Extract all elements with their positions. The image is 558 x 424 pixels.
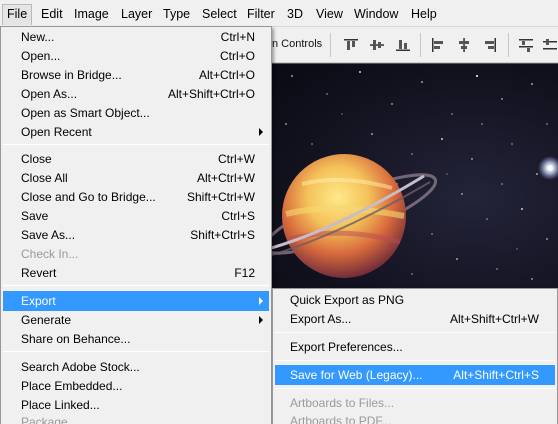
menu-layer[interactable]: Layer [120,5,153,23]
menu-item-close-and-go-to-bridge[interactable]: Close and Go to Bridge... Shift+Ctrl+W [3,187,269,207]
menu-separator [3,351,269,352]
menu-filter[interactable]: Filter [246,5,276,23]
menu-select[interactable]: Select [201,5,238,23]
menu-item-quick-export-as-png[interactable]: Quick Export as PNG [275,290,555,310]
menu-item-package: Package... [21,415,78,424]
menu-help[interactable]: Help [410,5,438,23]
menu-item-export-as[interactable]: Export As... Alt+Shift+Ctrl+W [275,309,555,329]
menu-type[interactable]: Type [162,5,191,23]
menu-item-share-on-behance[interactable]: Share on Behance... [3,329,269,349]
divider [420,33,421,57]
menu-item-export[interactable]: Export [3,291,269,311]
align-horizontal-centers-icon[interactable] [456,37,472,53]
menu-separator [3,285,269,286]
menu-separator [275,332,555,333]
space-artwork [272,71,558,280]
menu-view[interactable]: View [315,5,344,23]
menu-item-close-all[interactable]: Close All Alt+Ctrl+W [3,168,269,188]
menu-edit[interactable]: Edit [40,5,64,23]
file-menu: New... Ctrl+N Open... Ctrl+O Browse in Bri… [0,26,272,424]
show-transform-controls-label[interactable]: n Controls [272,38,322,50]
menu-item-search-adobe-stock[interactable]: Search Adobe Stock... [3,357,269,377]
menu-item-new[interactable]: New... Ctrl+N [3,27,269,47]
menu-separator [3,144,269,145]
menu-item-check-in: Check In... [21,247,79,261]
menu-image[interactable]: Image [73,5,110,23]
align-right-edges-icon[interactable] [482,37,498,53]
menu-item-browse-in-bridge[interactable]: Browse in Bridge... Alt+Ctrl+O [3,65,269,85]
align-vertical-centers-icon[interactable] [369,37,385,53]
menu-separator [275,360,555,361]
menu-item-open-recent[interactable]: Open Recent [3,122,269,142]
distribute-vertical-centers-icon[interactable] [542,37,558,53]
divider [508,33,509,57]
submenu-arrow-icon [259,297,263,305]
distribute-top-edges-icon[interactable] [518,37,534,53]
menu-item-save-for-web-legacy[interactable]: Save for Web (Legacy)... Alt+Shift+Ctrl+S [275,365,555,385]
menu-item-open[interactable]: Open... Ctrl+O [3,46,269,66]
menu-3d[interactable]: 3D [286,5,304,23]
options-bar: n Controls [272,27,558,63]
align-left-edges-icon[interactable] [430,37,446,53]
menu-item-save[interactable]: Save Ctrl+S [3,206,269,226]
menu-item-generate[interactable]: Generate [3,310,269,330]
menu-item-open-as[interactable]: Open As... Alt+Shift+Ctrl+O [3,84,269,104]
align-bottom-edges-icon[interactable] [395,37,411,53]
menu-file[interactable]: File [2,4,33,25]
menu-item-revert[interactable]: Revert F12 [3,263,269,283]
divider [330,33,331,57]
menu-bar: File Edit Image Layer Type Select Filter… [0,0,558,27]
menu-item-place-embedded[interactable]: Place Embedded... [3,376,269,396]
submenu-arrow-icon [259,316,263,324]
menu-item-open-as-smart-object[interactable]: Open as Smart Object... [3,103,269,123]
menu-separator [275,388,555,389]
export-submenu: Quick Export as PNG Export As... Alt+Shif… [272,288,558,424]
document-canvas[interactable] [272,64,558,288]
menu-item-close[interactable]: Close Ctrl+W [3,149,269,169]
menu-item-artboards-to-files: Artboards to Files... [290,396,395,410]
menu-item-export-preferences[interactable]: Export Preferences... [275,337,555,357]
menu-item-save-as[interactable]: Save As... Shift+Ctrl+S [3,225,269,245]
submenu-arrow-icon [259,128,263,136]
menu-window[interactable]: Window [353,5,399,23]
menu-item-artboards-to-pdf: Artboards to PDF... [290,414,392,424]
align-top-edges-icon[interactable] [343,37,359,53]
